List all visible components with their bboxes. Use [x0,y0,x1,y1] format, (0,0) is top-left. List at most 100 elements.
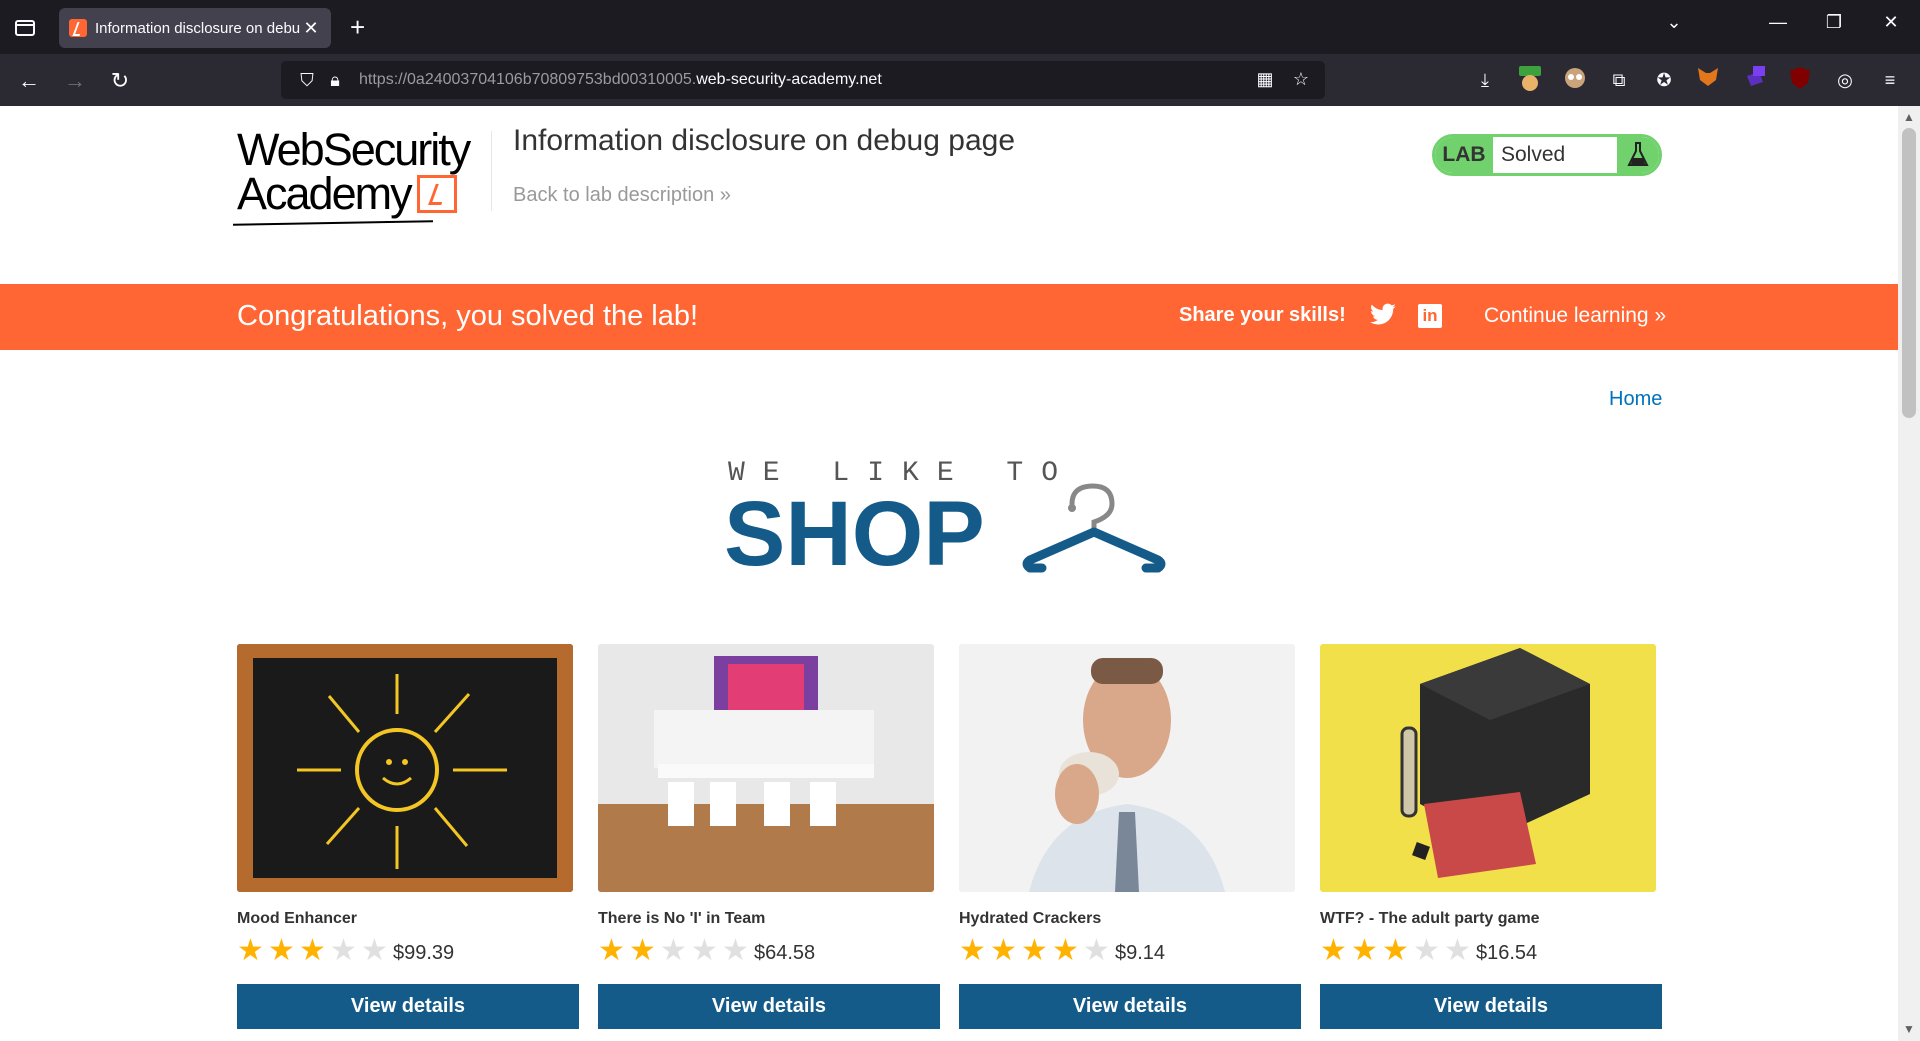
product-name: Mood Enhancer [237,910,358,927]
web-page: WebSecurity Academy Information disclosu… [0,106,1898,1041]
product-card: Hydrated Crackers ★ ★ ★ ★ ★ $9.14 View detai… [959,644,1301,1029]
star-filled-icon: ★ [629,934,656,967]
hanger-icon [1022,483,1166,573]
url-text[interactable]: https://0a24003704106b70809753bd00310005… [359,71,882,89]
bookmark-star-icon[interactable]: ☆ [1289,69,1313,90]
lab-status-widget: LAB Solved [1432,134,1662,176]
download-icon[interactable]: ⤓ [1471,66,1499,94]
browser-tab-bar: Information disclosure on debu ✕ + ⌄ — ❐… [0,0,1920,54]
star-empty-icon: ★ [660,934,687,967]
flask-icon [1617,137,1659,173]
product-card: There is No 'I' in Team ★ ★ ★ ★ ★ $64.58 Vie… [598,644,940,1029]
star-filled-icon: ★ [1320,934,1347,967]
compass-extension-icon[interactable]: ◎ [1831,66,1859,94]
metamask-fox-icon[interactable] [1694,66,1722,94]
minimize-icon[interactable]: — [1763,12,1793,33]
product-price: $99.39 [393,942,455,964]
scroll-up-arrow-icon[interactable]: ▲ [1903,110,1915,124]
star-filled-icon: ★ [598,934,625,967]
product-image-no-i-in-team[interactable] [598,644,934,892]
forward-arrow-icon[interactable]: → [60,66,90,96]
product-rating: ★ ★ ★ ★ ★ [1320,936,1475,966]
continue-learning-link[interactable]: Continue learning » [1484,304,1666,328]
star-filled-icon: ★ [1351,934,1378,967]
product-name: There is No 'I' in Team [598,910,766,927]
product-rating: ★ ★ ★ ★ ★ [959,936,1114,966]
logo-underline [232,220,434,226]
cookie-extension-icon[interactable]: ✪ [1650,66,1678,94]
twitter-icon[interactable] [1369,303,1397,329]
product-name: Hydrated Crackers [959,910,1102,927]
product-image-mood-enhancer[interactable] [237,644,573,892]
congratulations-banner: Congratulations, you solved the lab! Sha… [0,284,1898,350]
star-empty-icon: ★ [361,934,388,967]
lightning-logo-icon [416,175,457,213]
congrats-message: Congratulations, you solved the lab! [237,300,699,332]
star-empty-icon: ★ [330,934,357,967]
badge-extension-icon[interactable] [1741,66,1769,94]
view-details-button[interactable]: View details [1320,984,1662,1029]
reload-icon[interactable]: ↻ [105,66,135,96]
star-empty-icon: ★ [1083,934,1110,967]
star-filled-icon: ★ [237,934,264,967]
address-bar[interactable]: ⛉ 🔒︎ https://0a24003704106b70809753bd003… [281,61,1325,99]
product-card: WTF? - The adult party game ★ ★ ★ ★ ★ $16.54… [1320,644,1662,1029]
portswigger-favicon-icon [69,19,87,37]
product-rating: ★ ★ ★ ★ ★ [237,936,392,966]
logo-line2: Academy [237,168,413,219]
home-link[interactable]: Home [1609,388,1662,411]
scroll-down-arrow-icon[interactable]: ▼ [1903,1022,1915,1036]
view-details-button[interactable]: View details [237,984,579,1029]
scrollbar-thumb[interactable] [1902,128,1916,418]
list-all-tabs-icon[interactable]: ⌄ [1659,12,1689,33]
star-filled-icon: ★ [1021,934,1048,967]
star-empty-icon: ★ [1444,934,1471,967]
star-filled-icon: ★ [1052,934,1079,967]
star-filled-icon: ★ [959,934,986,967]
view-details-button[interactable]: View details [959,984,1301,1029]
star-empty-icon: ★ [691,934,718,967]
product-card: Mood Enhancer ★ ★ ★ ★ ★ $99.39 View details [237,644,579,1029]
close-tab-icon[interactable]: ✕ [301,18,321,39]
product-price: $16.54 [1476,942,1538,964]
product-price: $9.14 [1115,942,1166,964]
product-price: $64.58 [754,942,816,964]
lab-title: Information disclosure on debug page [513,124,1016,157]
browser-tab[interactable]: Information disclosure on debu ✕ [59,8,331,48]
qr-code-icon[interactable]: ▦ [1253,69,1277,90]
star-filled-icon: ★ [299,934,326,967]
page-scrollbar[interactable]: ▲ ▼ [1898,106,1920,1041]
logo-line1: WebSecurity [237,124,471,175]
new-tab-icon[interactable]: + [350,12,365,42]
owl-extension-icon[interactable] [1561,66,1589,94]
puzzle-extensions-icon[interactable]: ⧉ [1605,66,1633,94]
burp-extension-icon[interactable] [1516,66,1544,94]
star-filled-icon: ★ [268,934,295,967]
star-empty-icon: ★ [1413,934,1440,967]
header-divider [491,131,492,211]
star-empty-icon: ★ [722,934,749,967]
back-arrow-icon[interactable]: ← [14,66,44,96]
star-filled-icon: ★ [990,934,1017,967]
product-rating: ★ ★ ★ ★ ★ [598,936,753,966]
product-image-hydrated-crackers[interactable] [959,644,1295,892]
linkedin-icon[interactable]: in [1418,304,1442,328]
tab-title: Information disclosure on debu [95,19,301,37]
tab-list-icon[interactable] [10,12,40,42]
product-name: WTF? - The adult party game [1320,910,1540,927]
product-image-wtf-party-game[interactable] [1320,644,1656,892]
browser-nav-bar: ← → ↻ ⛉ 🔒︎ https://0a24003704106b7080975… [0,54,1920,106]
ublock-origin-icon[interactable] [1786,66,1814,94]
lab-status-value: Solved [1501,143,1566,166]
close-window-icon[interactable]: ✕ [1876,12,1906,33]
view-details-button[interactable]: View details [598,984,940,1029]
restore-icon[interactable]: ❐ [1819,12,1849,33]
back-to-lab-description-link[interactable]: Back to lab description » [513,184,731,207]
lab-label: LAB [1435,137,1493,173]
share-skills-label: Share your skills! [1179,304,1346,326]
menu-hamburger-icon[interactable]: ≡ [1876,66,1904,94]
web-security-academy-logo[interactable]: WebSecurity Academy [232,124,487,228]
lock-icon[interactable]: 🔒︎ [321,70,349,91]
shield-icon[interactable]: ⛉ [293,70,321,91]
star-filled-icon: ★ [1382,934,1409,967]
